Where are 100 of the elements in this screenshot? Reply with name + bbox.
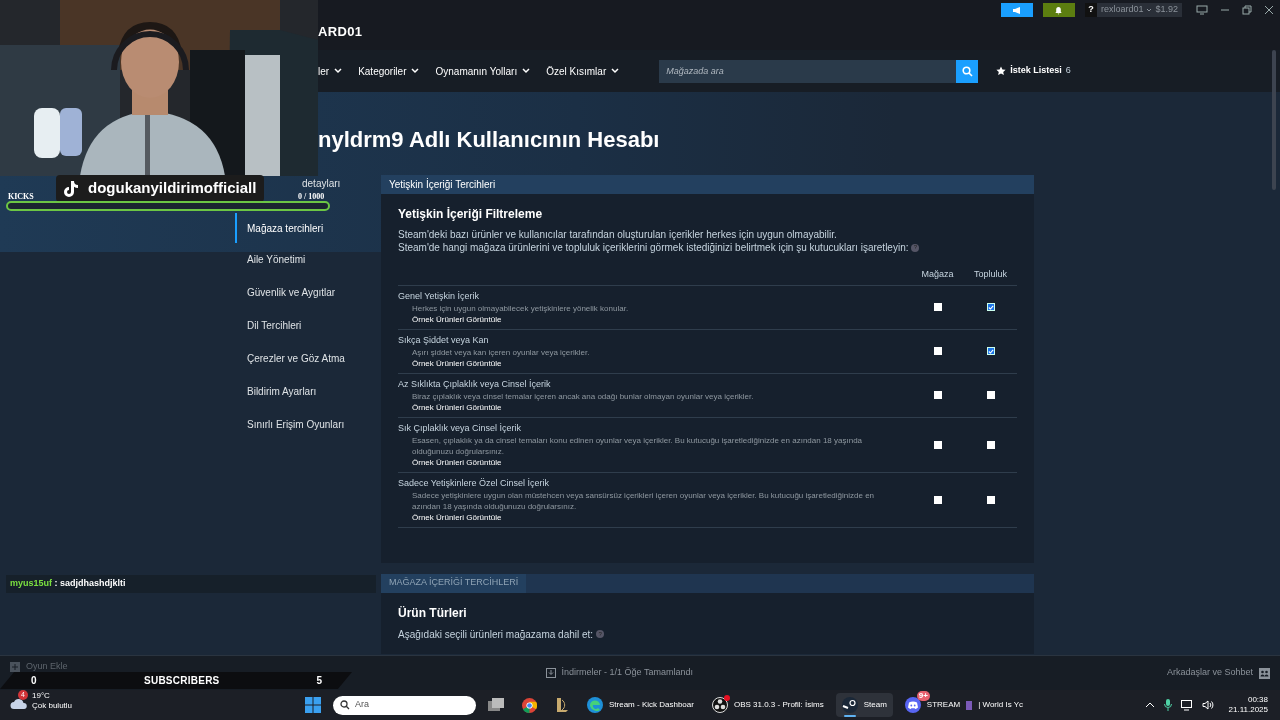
goal-current: 0 — [298, 192, 302, 201]
setting-title: Sık Çıplaklık veya Cinsel İçerik — [398, 421, 523, 434]
chevron-up-icon[interactable] — [1144, 702, 1155, 708]
taskbar-app[interactable]: Stream - Kick Dashboar — [581, 693, 700, 717]
sample-products-link[interactable]: Örnek Ürünleri Görüntüle — [398, 313, 911, 325]
checkbox[interactable] — [986, 440, 995, 449]
setting-description: Sadece yetişkinlere uygun olan müstehcen veya sansürsüz içerikleri içeren oyunlar veya içerikler. Bu kutucuğu işaretlediğinizde en azından 18 yaşında olduğunuzu doğrularsınız. — [411, 489, 876, 512]
steam-icon — [841, 697, 858, 713]
search-input[interactable]: Ara — [355, 698, 455, 712]
microphone-icon[interactable] — [1163, 699, 1172, 711]
sidebar-item[interactable]: Sınırlı Erişim Oyunları — [235, 408, 381, 441]
restore-icon[interactable] — [1242, 5, 1252, 15]
subscribers-label: SUBSCRIBERS — [144, 674, 220, 688]
star-icon — [996, 66, 1007, 76]
sidebar-item[interactable]: detayları — [300, 178, 341, 190]
setting-description: Esasen, çıplaklık ya da cinsel temaları konu edinen oyunlar veya içerikler. Bu kutucuğu işaretlediğinizde en azından 18 yaşında olduğunuzu doğrularsınız. — [411, 434, 864, 457]
setting-title: Az Sıklıkta Çıplaklık veya Cinsel İçerik — [398, 377, 552, 390]
taskbar-app[interactable]: 9+ STREAM | World Is Yc — [898, 693, 1030, 717]
subscriber-count-right: 5 — [316, 674, 323, 688]
clock-date[interactable]: 21.11.2025 — [1228, 705, 1268, 715]
browser-icon — [522, 697, 537, 713]
checkbox[interactable] — [986, 347, 995, 355]
plus-icon — [10, 661, 20, 672]
checkbox[interactable] — [986, 391, 995, 399]
checkbox[interactable] — [986, 495, 995, 504]
windows-start-icon[interactable] — [305, 697, 321, 713]
close-icon[interactable] — [1264, 5, 1274, 15]
music-note-icon — [64, 180, 78, 197]
nav-menu-item[interactable]: ler — [318, 63, 343, 79]
intro-text: Steam'de hangi mağaza ürünlerini ve topluluk içeriklerini görmek istediğinizi belirtmek için şu kutucukları işaretleyin: — [398, 241, 909, 254]
active-indicator — [843, 715, 856, 717]
kicks-label: KICKS — [8, 191, 34, 203]
temperature-text: 19°C — [32, 691, 51, 701]
speaker-icon[interactable] — [1201, 700, 1214, 710]
monitor-icon[interactable] — [1196, 5, 1208, 15]
sample-products-link[interactable]: Örnek Ürünleri Görüntüle — [398, 357, 911, 369]
check-icon — [987, 303, 994, 311]
sidebar-item[interactable]: Aile Yönetimi — [235, 243, 381, 276]
weather-text: Çok bulutlu — [32, 701, 73, 711]
section-heading: Yetişkin İçeriği Filtreleme — [398, 206, 544, 223]
tiktok-handle: dogukanyildirimofficiall — [88, 178, 257, 199]
emoji-icon — [966, 700, 973, 710]
goal-target: / 1000 — [304, 192, 325, 201]
checkbox[interactable] — [933, 303, 942, 311]
checkbox[interactable] — [933, 495, 942, 504]
cloud-icon[interactable] — [10, 698, 28, 710]
recorder-icon — [711, 697, 728, 713]
column-header: Topluluk — [973, 268, 1008, 281]
announcement-button[interactable] — [1000, 3, 1033, 17]
search-button[interactable] — [956, 59, 979, 83]
section-heading: Ürün Türleri — [398, 604, 468, 622]
checkbox[interactable] — [933, 440, 942, 449]
bell-icon — [1054, 5, 1064, 15]
browser-icon — [587, 697, 603, 713]
scrollbar[interactable] — [1272, 50, 1276, 190]
wishlist-link[interactable]: İstek Listesi 6 — [996, 64, 1071, 78]
section-header: Yetişkin İçeriği Tercihleri — [381, 175, 1034, 194]
taskbar-app[interactable]: OBS 31.0.3 - Profil: İsims — [705, 693, 830, 717]
chat-app-icon — [904, 697, 921, 713]
clock-time[interactable]: 00:38 — [1247, 695, 1268, 705]
checkbox[interactable] — [933, 391, 942, 399]
search-icon — [340, 700, 350, 710]
nav-menu-item[interactable]: Özel Kısımlar — [546, 63, 620, 79]
page-title: nyldrm9 Adlı Kullanıcının Hesabı — [318, 126, 661, 154]
nav-menu-item[interactable]: Kategoriler — [358, 63, 420, 79]
checkbox[interactable] — [986, 303, 995, 311]
sample-products-link[interactable]: Örnek Ürünleri Görüntüle — [398, 401, 911, 413]
checkbox[interactable] — [933, 347, 942, 355]
setting-title: Genel Yetişkin İçerik — [398, 289, 481, 302]
account-title: ARD01 — [318, 23, 363, 41]
setting-description: Aşırı şiddet veya kan içeren oyunlar veya içerikler. — [411, 346, 591, 358]
setting-description: Herkes için uygun olmayabilecek yetişkinlere yönelik konular. — [411, 302, 630, 314]
search-icon — [961, 65, 973, 77]
sidebar-item[interactable]: Güvenlik ve Aygıtlar — [235, 276, 381, 309]
notifications-button[interactable] — [1042, 3, 1075, 17]
setting-title: Sıkça Şiddet veya Kan — [398, 333, 490, 346]
column-header: Mağaza — [920, 268, 955, 281]
setting-description: Biraz çıplaklık veya cinsel temalar içeren ancak ana odağı bunlar olmayan oyunlar veya içerikler. — [411, 390, 755, 402]
windows-icon — [488, 698, 504, 712]
friends-chat-button[interactable]: Arkadaşlar ve Sohbet — [1166, 666, 1270, 680]
network-icon[interactable] — [1180, 699, 1193, 711]
intro-text: Aşağıdaki seçili ürünleri mağazama dahil et: — [398, 627, 594, 642]
notification-badge: 9+ — [916, 691, 930, 701]
sample-products-link[interactable]: Örnek Ürünleri Görüntüle — [398, 511, 911, 523]
help-button[interactable]: ? — [1084, 3, 1097, 17]
nav-menu-item[interactable]: Oynamanın Yolları — [435, 63, 531, 79]
sidebar-item[interactable]: Çerezler ve Göz Atma — [235, 342, 381, 375]
caret-icon — [1146, 8, 1153, 12]
taskbar-app[interactable]: Steam — [835, 693, 893, 717]
subscriber-count-left: 0 — [31, 674, 38, 688]
game-icon — [555, 697, 569, 713]
account-menu[interactable]: rexloard01 $1.92 — [1096, 3, 1182, 17]
sample-products-link[interactable]: Örnek Ürünleri Görüntüle — [398, 456, 911, 468]
chat-message: myus15uf : sadjdhashdjklti — [6, 575, 376, 593]
taskbar-search-bar[interactable]: Ara — [333, 695, 476, 715]
search-field[interactable]: Mağazada ara — [659, 59, 957, 83]
sidebar-item[interactable]: Dil Tercihleri — [235, 309, 381, 342]
sidebar-item[interactable]: Bildirim Ayarları — [235, 375, 381, 408]
downloads-button[interactable]: İndirmeler - 1/1 Öğe Tamamlandı — [545, 666, 693, 680]
friends-icon — [1259, 667, 1270, 679]
